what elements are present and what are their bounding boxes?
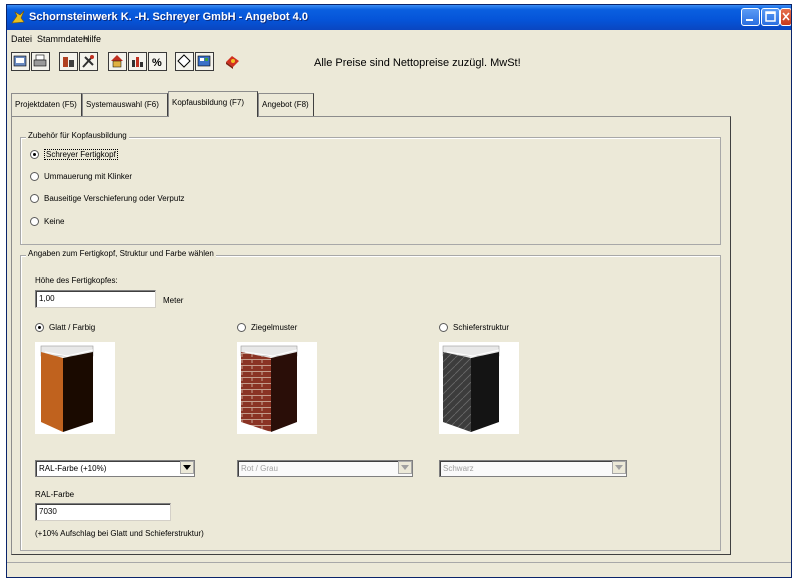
radio-verschieferung[interactable]: Bauseitige Verschieferung oder Verputz — [30, 194, 185, 203]
title-bar: Schornsteinwerk K. -H. Schreyer GmbH - A… — [7, 5, 791, 30]
radio-indicator — [237, 323, 246, 332]
preview-schiefer — [439, 342, 519, 434]
new-icon — [13, 55, 27, 67]
radio-label: Keine — [44, 217, 65, 226]
price-note: Alle Preise sind Nettopreise zuzügl. MwS… — [314, 57, 521, 69]
tab-projektdaten[interactable]: Projektdaten (F5) — [11, 93, 82, 116]
chimney-icon — [63, 57, 74, 67]
radio-indicator — [30, 172, 39, 181]
toolbar-button-diamond[interactable] — [175, 52, 194, 71]
maximize-button[interactable] — [761, 8, 780, 26]
preview-ziegel — [237, 342, 317, 434]
tab-kopfausbildung[interactable]: Kopfausbildung (F7) — [168, 91, 258, 117]
house-icon — [111, 55, 123, 68]
radio-fertigkopf[interactable]: Schreyer Fertigkopf — [30, 149, 118, 160]
chimney-brick-image — [240, 345, 298, 432]
diamond-icon — [177, 54, 191, 68]
radio-label: Schreyer Fertigkopf — [44, 149, 118, 160]
menu-datei[interactable]: Datei — [11, 34, 32, 44]
tab-angebot[interactable]: Angebot (F8) — [258, 93, 314, 116]
dropdown-arrow-icon[interactable] — [180, 461, 194, 474]
toolbar-button-tools[interactable] — [79, 52, 98, 71]
chimney-smooth-image — [40, 345, 94, 432]
minimize-icon — [746, 19, 753, 21]
radio-indicator — [30, 194, 39, 203]
dropdown-arrow-icon[interactable] — [612, 461, 626, 474]
select-schiefer-farbe[interactable]: Schwarz — [439, 460, 627, 477]
radio-label: Bauseitige Verschieferung oder Verputz — [44, 194, 185, 203]
grid-icon — [197, 55, 211, 67]
toolbar-button-new[interactable] — [11, 52, 30, 71]
app-icon — [11, 10, 25, 24]
radio-glatt-farbig[interactable]: Glatt / Farbig — [35, 323, 95, 332]
radio-schieferstruktur[interactable]: Schieferstruktur — [439, 323, 509, 332]
tools-icon — [82, 55, 94, 68]
radio-label: Ummauerung mit Klinker — [44, 172, 133, 181]
radio-ummauerung[interactable]: Ummauerung mit Klinker — [30, 172, 132, 181]
ral-label: RAL-Farbe — [35, 490, 75, 499]
status-bar — [7, 562, 791, 577]
minimize-button[interactable] — [741, 8, 760, 26]
group-angaben: Angaben zum Fertigkopf, Struktur und Far… — [20, 249, 721, 551]
height-label: Höhe des Fertigkopfes: — [35, 276, 118, 285]
toolbar-button-chimney[interactable] — [59, 52, 78, 71]
close-button[interactable] — [780, 8, 791, 26]
dropdown-arrow-icon[interactable] — [398, 461, 412, 474]
menu-stammdaten[interactable]: Stammdaten — [37, 34, 88, 44]
toolbar-button-house[interactable] — [108, 52, 127, 71]
toolbar: % Alle Preise sind Nettopreise zuzügl. M… — [7, 50, 791, 76]
chimney-slate-image — [442, 345, 500, 432]
window-title: Schornsteinwerk K. -H. Schreyer GmbH - A… — [29, 11, 308, 23]
maximize-icon — [765, 11, 776, 22]
toolbar-button-chart[interactable] — [128, 52, 147, 71]
radio-indicator — [439, 323, 448, 332]
radio-keine[interactable]: Keine — [30, 217, 64, 226]
menu-bar: Datei Stammdaten Hilfe — [7, 31, 791, 47]
menu-hilfe[interactable]: Hilfe — [83, 34, 101, 44]
radio-indicator — [30, 217, 39, 226]
radio-indicator — [35, 323, 44, 332]
tab-systemauswahl[interactable]: Systemauswahl (F6) — [82, 93, 168, 116]
chart-icon — [132, 57, 143, 67]
toolbar-button-print[interactable] — [31, 52, 50, 71]
tab-panel-kopfausbildung: Zubehör für Kopfausbildung Schreyer Fert… — [11, 116, 731, 555]
group-angaben-legend: Angaben zum Fertigkopf, Struktur und Far… — [26, 249, 216, 258]
close-icon — [782, 12, 790, 21]
select-ziegel-farbe[interactable]: Rot / Grau — [237, 460, 413, 477]
book-icon — [226, 56, 239, 69]
radio-ziegelmuster[interactable]: Ziegelmuster — [237, 323, 297, 332]
svg-text:%: % — [152, 57, 162, 69]
preview-glatt — [35, 342, 115, 434]
toolbar-button-grid[interactable] — [195, 52, 214, 71]
radio-label: Schieferstruktur — [453, 323, 510, 332]
height-input[interactable]: 1,00 — [35, 290, 156, 308]
right-pane — [735, 91, 791, 557]
ral-input[interactable]: 7030 — [35, 503, 171, 521]
toolbar-button-book[interactable] — [223, 52, 242, 71]
height-unit: Meter — [163, 296, 184, 305]
percent-icon: % — [152, 57, 162, 69]
app-window: Schornsteinwerk K. -H. Schreyer GmbH - A… — [6, 4, 792, 578]
radio-indicator — [30, 150, 39, 159]
radio-label: Glatt / Farbig — [49, 323, 96, 332]
group-zubehoer: Zubehör für Kopfausbildung Schreyer Fert… — [20, 131, 721, 245]
select-ral-farbe[interactable]: RAL-Farbe (+10%) — [35, 460, 195, 477]
print-icon — [33, 54, 47, 67]
surcharge-note: (+10% Aufschlag bei Glatt und Schieferst… — [35, 529, 204, 538]
radio-label: Ziegelmuster — [251, 323, 298, 332]
group-zubehoer-legend: Zubehör für Kopfausbildung — [26, 131, 129, 140]
toolbar-button-percent[interactable]: % — [148, 52, 167, 71]
